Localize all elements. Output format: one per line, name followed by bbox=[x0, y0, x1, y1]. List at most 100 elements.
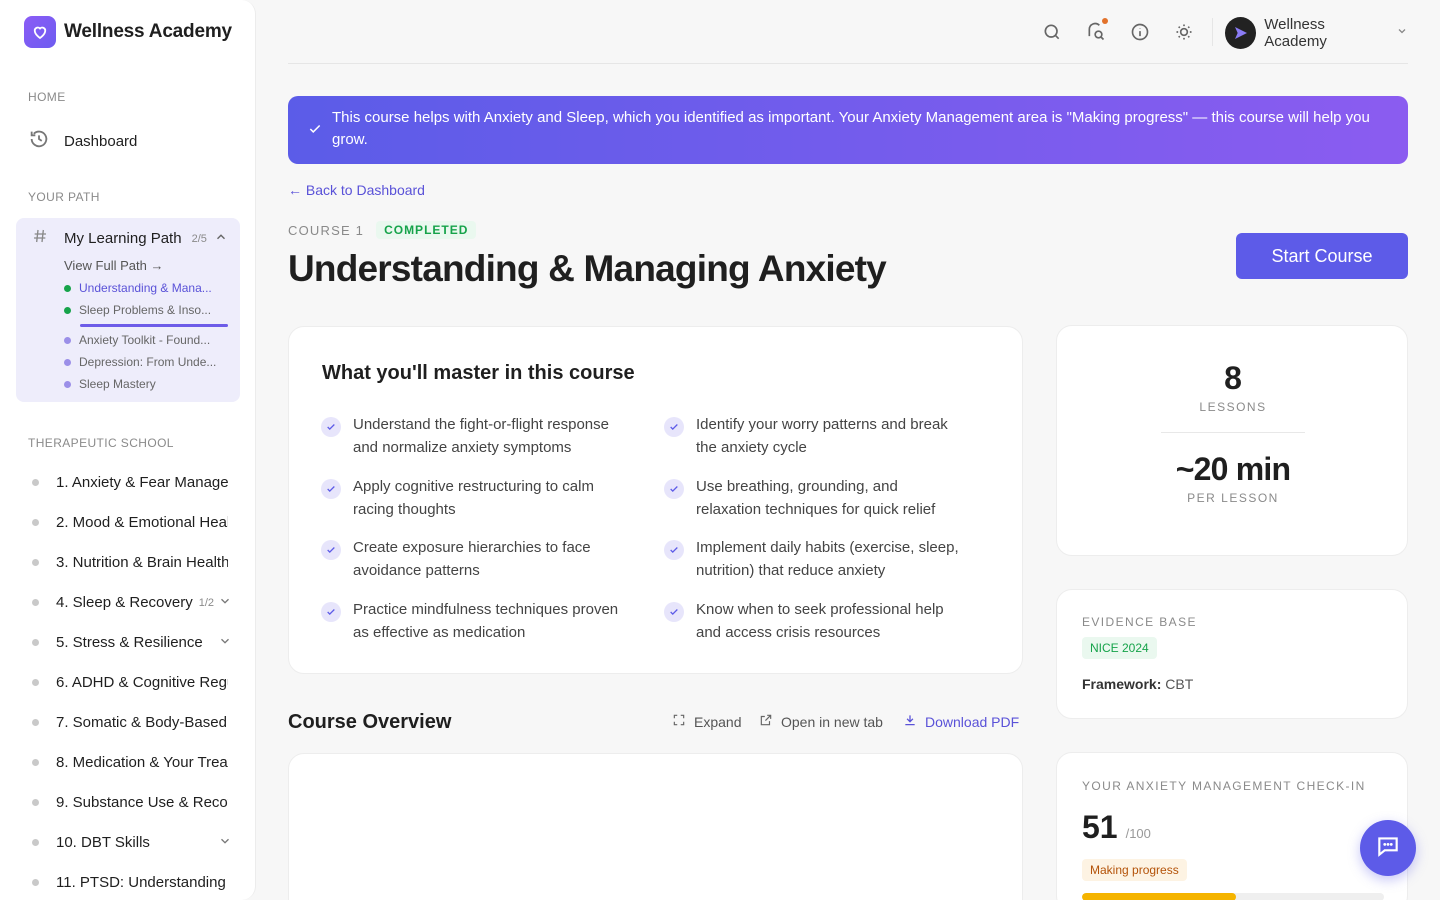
status-dot bbox=[64, 380, 71, 388]
school-item[interactable]: 3. Nutrition & Brain Health bbox=[32, 554, 232, 571]
external-link-icon bbox=[759, 713, 773, 730]
chat-icon bbox=[1375, 833, 1401, 864]
path-course-label: Understanding & Mana... bbox=[79, 281, 212, 295]
hash-icon bbox=[32, 228, 48, 249]
sidebar-item-dashboard[interactable]: Dashboard bbox=[28, 128, 137, 154]
section-label-path: YOUR PATH bbox=[28, 190, 100, 204]
school-item[interactable]: 7. Somatic & Body-Based Healing bbox=[32, 714, 232, 731]
bullet-dot bbox=[32, 719, 39, 726]
outcome-text: Implement daily habits (exercise, sleep,… bbox=[696, 539, 959, 579]
path-course-item[interactable]: Sleep Mastery bbox=[64, 377, 156, 391]
score-max: /100 bbox=[1125, 826, 1151, 841]
progress-fill bbox=[1082, 893, 1237, 900]
view-full-path-link[interactable]: View Full Path → bbox=[64, 258, 163, 273]
search-icon[interactable] bbox=[1042, 22, 1062, 42]
dashboard-label: Dashboard bbox=[64, 132, 138, 150]
outcome-item: Create exposure hierarchies to face avoi… bbox=[321, 536, 621, 582]
school-item-label: 2. Mood & Emotional Health bbox=[56, 514, 228, 531]
school-item[interactable]: 6. ADHD & Cognitive Regulation bbox=[32, 674, 232, 691]
banner-text: This course helps with Anxiety and Sleep… bbox=[332, 109, 1370, 148]
brand[interactable]: Wellness Academy bbox=[24, 16, 232, 48]
school-item[interactable]: 2. Mood & Emotional Health bbox=[32, 514, 232, 531]
school-item-count: 1/2 bbox=[198, 596, 215, 609]
outcome-text: Practice mindfulness techniques proven a… bbox=[353, 601, 619, 641]
school-item-label: 6. ADHD & Cognitive Regulation bbox=[56, 674, 228, 691]
bullet-dot bbox=[32, 759, 39, 766]
check-circle-icon bbox=[664, 540, 684, 560]
back-to-dashboard-link[interactable]: ← Back to Dashboard bbox=[288, 182, 425, 198]
school-item-label: 8. Medication & Your Treatment bbox=[56, 754, 228, 771]
check-icon bbox=[308, 122, 322, 141]
school-item[interactable]: 5. Stress & Resilience bbox=[32, 634, 232, 651]
dashboard-icon bbox=[28, 128, 50, 154]
path-course-item[interactable]: Anxiety Toolkit - Found... bbox=[64, 333, 210, 347]
school-item[interactable]: 4. Sleep & Recovery 1/2 bbox=[32, 594, 232, 611]
download-pdf-button[interactable]: Download PDF bbox=[903, 713, 1019, 730]
framework-value: CBT bbox=[1165, 676, 1194, 692]
theme-toggle-icon[interactable] bbox=[1174, 22, 1194, 42]
lesson-duration-label: PER LESSON bbox=[1187, 491, 1279, 505]
school-item-label: 5. Stress & Resilience bbox=[56, 634, 203, 651]
divider bbox=[1212, 18, 1213, 46]
section-label-home: HOME bbox=[28, 90, 66, 104]
school-item[interactable]: 1. Anxiety & Fear Management bbox=[32, 474, 232, 491]
school-item[interactable]: 10. DBT Skills bbox=[32, 834, 232, 851]
outcomes-heading: What you'll master in this course bbox=[322, 362, 635, 384]
chevron-down-icon[interactable] bbox=[218, 834, 232, 852]
path-course-item[interactable]: Sleep Problems & Inso... bbox=[64, 303, 211, 317]
course-overview-frame[interactable] bbox=[288, 753, 1023, 900]
chevron-down-icon[interactable] bbox=[218, 634, 232, 652]
school-item[interactable]: 8. Medication & Your Treatment bbox=[32, 754, 232, 771]
account-menu[interactable]: Wellness Academy bbox=[1225, 16, 1408, 50]
open-new-tab-button[interactable]: Open in new tab bbox=[759, 713, 883, 730]
learning-outcomes-card: What you'll master in this course Unders… bbox=[288, 326, 1023, 674]
outcome-item: Understand the fight-or-flight response … bbox=[321, 413, 621, 459]
info-icon[interactable] bbox=[1130, 22, 1150, 42]
top-bar: Wellness Academy bbox=[288, 0, 1408, 64]
path-course-item[interactable]: Depression: From Unde... bbox=[64, 355, 216, 369]
school-item[interactable]: 11. PTSD: Understanding & Healing bbox=[32, 874, 232, 891]
path-progress-bar bbox=[80, 324, 228, 327]
school-item-label: 4. Sleep & Recovery bbox=[56, 594, 193, 611]
check-circle-icon bbox=[321, 602, 341, 622]
outcome-item: Implement daily habits (exercise, sleep,… bbox=[664, 536, 964, 582]
chat-button[interactable] bbox=[1360, 820, 1416, 876]
start-course-button[interactable]: Start Course bbox=[1236, 233, 1408, 279]
bullet-dot bbox=[32, 559, 39, 566]
outcome-text: Know when to seek professional help and … bbox=[696, 601, 944, 641]
learning-path-header[interactable]: My Learning Path 2/5 bbox=[32, 228, 232, 249]
chevron-down-icon[interactable] bbox=[218, 594, 232, 612]
learning-path-count: 2/5 bbox=[191, 232, 207, 245]
status-dot bbox=[64, 336, 71, 344]
overview-title: Course Overview bbox=[288, 711, 452, 733]
bullet-dot bbox=[32, 639, 39, 646]
framework-line: Framework: CBT bbox=[1082, 676, 1193, 692]
path-course-item[interactable]: Understanding & Mana... bbox=[64, 281, 212, 295]
download-pdf-label: Download PDF bbox=[925, 713, 1020, 730]
outcome-item: Use breathing, grounding, and relaxation… bbox=[664, 475, 964, 521]
lessons-count: 8 bbox=[1224, 360, 1242, 396]
school-item[interactable]: 9. Substance Use & Recovery bbox=[32, 794, 232, 811]
school-item-label: 11. PTSD: Understanding & Healing bbox=[56, 874, 228, 891]
path-course-label: Depression: From Unde... bbox=[79, 355, 217, 369]
chevron-up-icon[interactable] bbox=[214, 230, 228, 249]
notification-search-icon[interactable] bbox=[1086, 18, 1108, 42]
path-course-label: Sleep Problems & Inso... bbox=[79, 303, 212, 317]
sidebar: Wellness Academy HOME Dashboard YOUR PAT… bbox=[0, 0, 256, 900]
notification-dot bbox=[1102, 18, 1108, 24]
outcome-item: Identify your worry patterns and break t… bbox=[664, 413, 964, 459]
outcome-text: Understand the fight-or-flight response … bbox=[353, 416, 609, 456]
download-icon bbox=[903, 713, 917, 730]
outcome-text: Apply cognitive restructuring to calm ra… bbox=[353, 478, 594, 518]
expand-label: Expand bbox=[694, 713, 742, 730]
lessons-label: LESSONS bbox=[1199, 400, 1267, 414]
learning-path-panel: My Learning Path 2/5 View Full Path → Un… bbox=[16, 218, 240, 402]
bullet-dot bbox=[32, 879, 39, 886]
expand-button[interactable]: Expand bbox=[672, 713, 741, 730]
checkin-card: YOUR ANXIETY MANAGEMENT CHECK-IN 51 /100… bbox=[1056, 752, 1408, 900]
school-item-label: 9. Substance Use & Recovery bbox=[56, 794, 228, 811]
account-name: Wellness Academy bbox=[1264, 16, 1327, 50]
checkin-progress-bar bbox=[1082, 893, 1384, 900]
divider bbox=[1161, 432, 1305, 433]
path-course-label: Anxiety Toolkit - Found... bbox=[79, 333, 211, 347]
